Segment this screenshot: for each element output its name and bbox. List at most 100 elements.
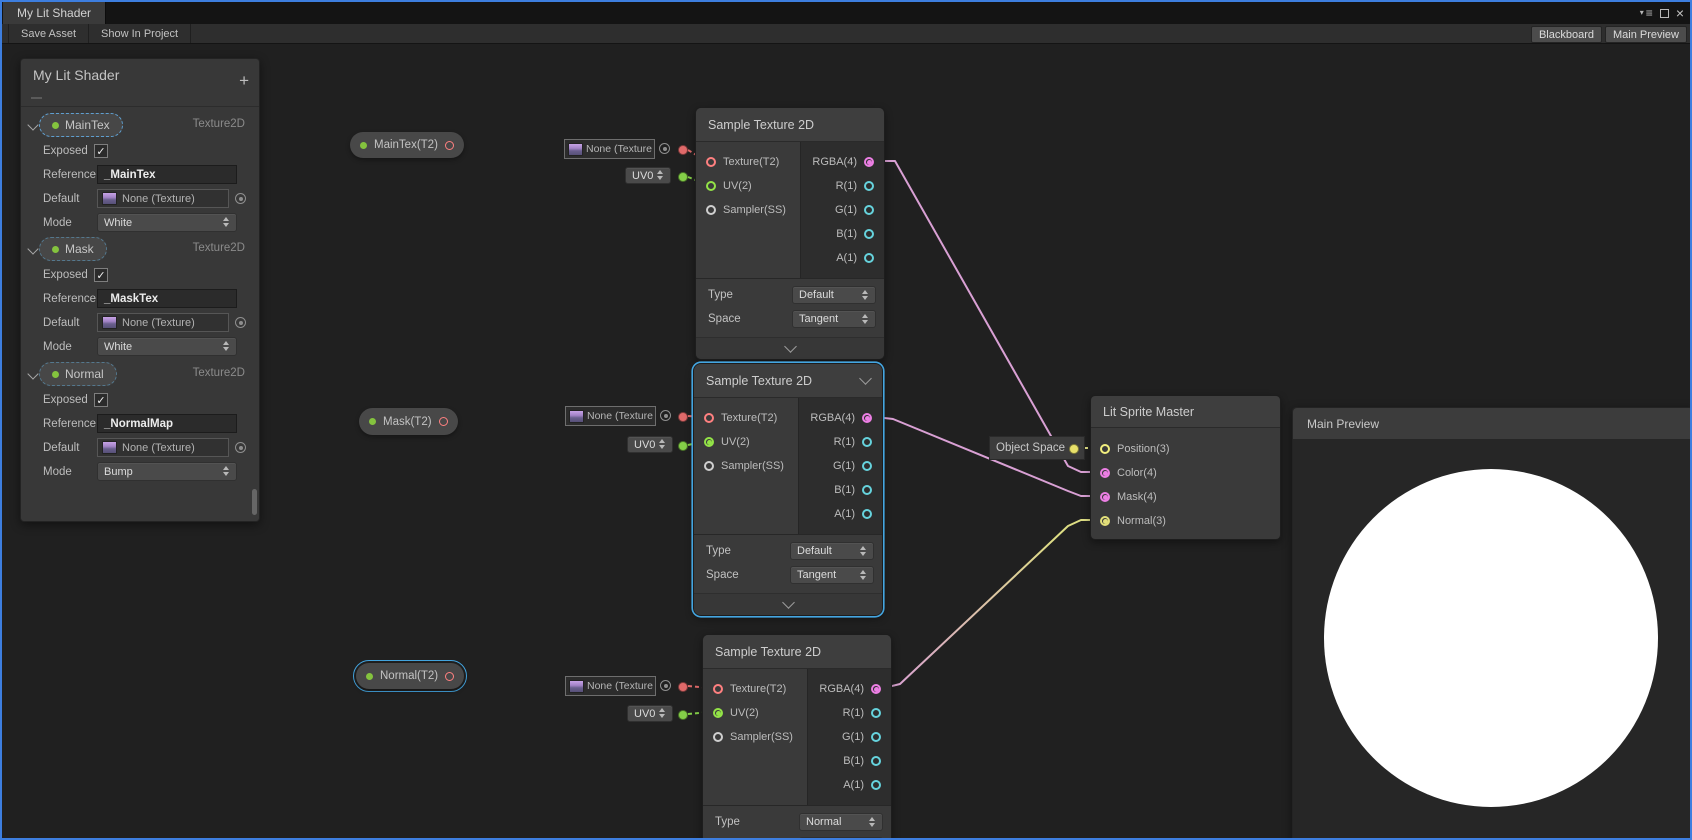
port-texture-input[interactable] [713,684,723,694]
lit-sprite-master-node[interactable]: Lit Sprite Master Position(3) Color(4) M… [1090,395,1281,540]
port-g-output[interactable] [864,205,874,215]
object-picker-icon[interactable] [660,410,671,421]
node-title[interactable]: Sample Texture 2D [694,364,882,398]
port-b-output[interactable] [862,485,872,495]
property-node-normal[interactable]: Normal(T2) [356,663,464,689]
property-pill-maintex[interactable]: MainTex [39,113,123,137]
blackboard-scrollbar[interactable] [252,489,257,515]
port-a-output[interactable] [862,509,872,519]
blackboard-toggle-button[interactable]: Blackboard [1531,26,1602,43]
object-picker-icon[interactable] [235,317,246,328]
port-sampler-input[interactable] [704,461,714,471]
port-r-output[interactable] [862,437,872,447]
window-menu-icon[interactable]: ≡ [1646,7,1653,19]
uv-channel-dropdown[interactable]: UV0 [625,167,671,184]
object-picker-icon[interactable] [660,680,671,691]
exposed-checkbox[interactable]: ✓ [94,144,108,158]
exposed-checkbox[interactable]: ✓ [94,393,108,407]
port-mask-input[interactable] [1100,492,1110,502]
reference-field[interactable]: _MaskTex [97,289,237,308]
port-mask-output[interactable] [439,417,448,426]
port-rgba-output[interactable] [862,413,872,423]
caret-down-icon[interactable] [29,245,37,253]
reference-field[interactable]: _MainTex [97,165,237,184]
node-title[interactable]: Sample Texture 2D [696,108,884,142]
port-texture-input[interactable] [706,157,716,167]
port-sampler-input[interactable] [706,205,716,215]
main-preview-toggle-button[interactable]: Main Preview [1605,26,1687,43]
property-pill-normal[interactable]: Normal [39,362,117,386]
object-picker-icon[interactable] [235,442,246,453]
port-b-output[interactable] [864,229,874,239]
object-picker-icon[interactable] [659,143,670,154]
sample-texture-2d-node-3[interactable]: Sample Texture 2D Texture(T2) UV(2) Samp… [702,634,892,840]
port-dot-texture[interactable] [678,412,688,422]
port-sampler-input[interactable] [713,732,723,742]
default-texture-field[interactable]: None (Texture) [97,313,229,332]
port-uv-input[interactable] [706,181,716,191]
texture-object-field[interactable]: None (Texture [564,139,655,159]
caret-down-icon[interactable] [29,121,37,129]
uv-channel-dropdown[interactable]: UV0 [627,436,673,453]
type-dropdown[interactable]: Default [792,286,876,304]
texture-object-field[interactable]: None (Texture [565,676,656,696]
port-dot-uv[interactable] [678,710,688,720]
close-icon[interactable]: × [1676,6,1684,20]
port-a-output[interactable] [864,253,874,263]
port-dot-texture[interactable] [678,682,688,692]
default-texture-field[interactable]: None (Texture) [97,189,229,208]
wire-normal-to-normal[interactable] [884,520,1097,688]
port-color-input[interactable] [1100,468,1110,478]
port-normal-input[interactable] [1100,516,1110,526]
property-node-mask[interactable]: Mask(T2) [359,408,458,435]
property-node-maintex[interactable]: MainTex(T2) [350,132,464,158]
add-property-button[interactable]: + [239,71,249,91]
port-uv-input[interactable] [704,437,714,447]
port-dot-uv[interactable] [678,172,688,182]
mode-dropdown[interactable]: White [97,337,237,356]
port-rgba-output[interactable] [864,157,874,167]
object-picker-icon[interactable] [235,193,246,204]
window-dropdown-icon[interactable]: ▾ [1640,9,1644,17]
show-in-project-button[interactable]: Show In Project [89,24,191,43]
default-texture-field[interactable]: None (Texture) [97,438,229,457]
mode-dropdown[interactable]: White [97,213,237,232]
expand-preview-button[interactable] [696,337,884,359]
port-rgba-output[interactable] [871,684,881,694]
port-maintex-output[interactable] [445,141,454,150]
port-a-output[interactable] [871,780,881,790]
tab-my-lit-shader[interactable]: My Lit Shader [3,2,106,24]
port-r-output[interactable] [871,708,881,718]
port-dot-uv[interactable] [678,441,688,451]
space-dropdown[interactable]: Tangent [790,566,874,584]
uv-channel-dropdown[interactable]: UV0 [627,705,673,722]
type-dropdown[interactable]: Default [790,542,874,560]
node-title[interactable]: Sample Texture 2D [703,635,891,669]
texture-object-field[interactable]: None (Texture [565,406,656,426]
port-position-input[interactable] [1100,444,1110,454]
node-title[interactable]: Lit Sprite Master [1091,396,1280,428]
port-r-output[interactable] [864,181,874,191]
maximize-icon[interactable] [1660,9,1669,18]
save-asset-button[interactable]: Save Asset [8,24,89,43]
property-pill-mask[interactable]: Mask [39,237,107,261]
expand-preview-button[interactable] [694,593,882,615]
port-b-output[interactable] [871,756,881,766]
port-texture-input[interactable] [704,413,714,423]
sample-texture-2d-node-1[interactable]: Sample Texture 2D Texture(T2) UV(2) Samp… [695,107,885,360]
mode-dropdown[interactable]: Bump [97,462,237,481]
sample-texture-2d-node-2[interactable]: Sample Texture 2D Texture(T2) UV(2) Samp… [693,363,883,616]
port-dot-position[interactable] [1069,444,1079,454]
port-normal-output[interactable] [445,672,454,681]
chevron-down-icon[interactable] [859,372,872,385]
type-dropdown[interactable]: Normal [799,813,883,831]
caret-down-icon[interactable] [29,370,37,378]
reference-field[interactable]: _NormalMap [97,414,237,433]
main-preview-title[interactable]: Main Preview [1293,408,1692,440]
space-dropdown[interactable]: Tangent [792,310,876,328]
port-g-output[interactable] [862,461,872,471]
port-dot-texture[interactable] [678,145,688,155]
port-g-output[interactable] [871,732,881,742]
exposed-checkbox[interactable]: ✓ [94,268,108,282]
port-uv-input[interactable] [713,708,723,718]
